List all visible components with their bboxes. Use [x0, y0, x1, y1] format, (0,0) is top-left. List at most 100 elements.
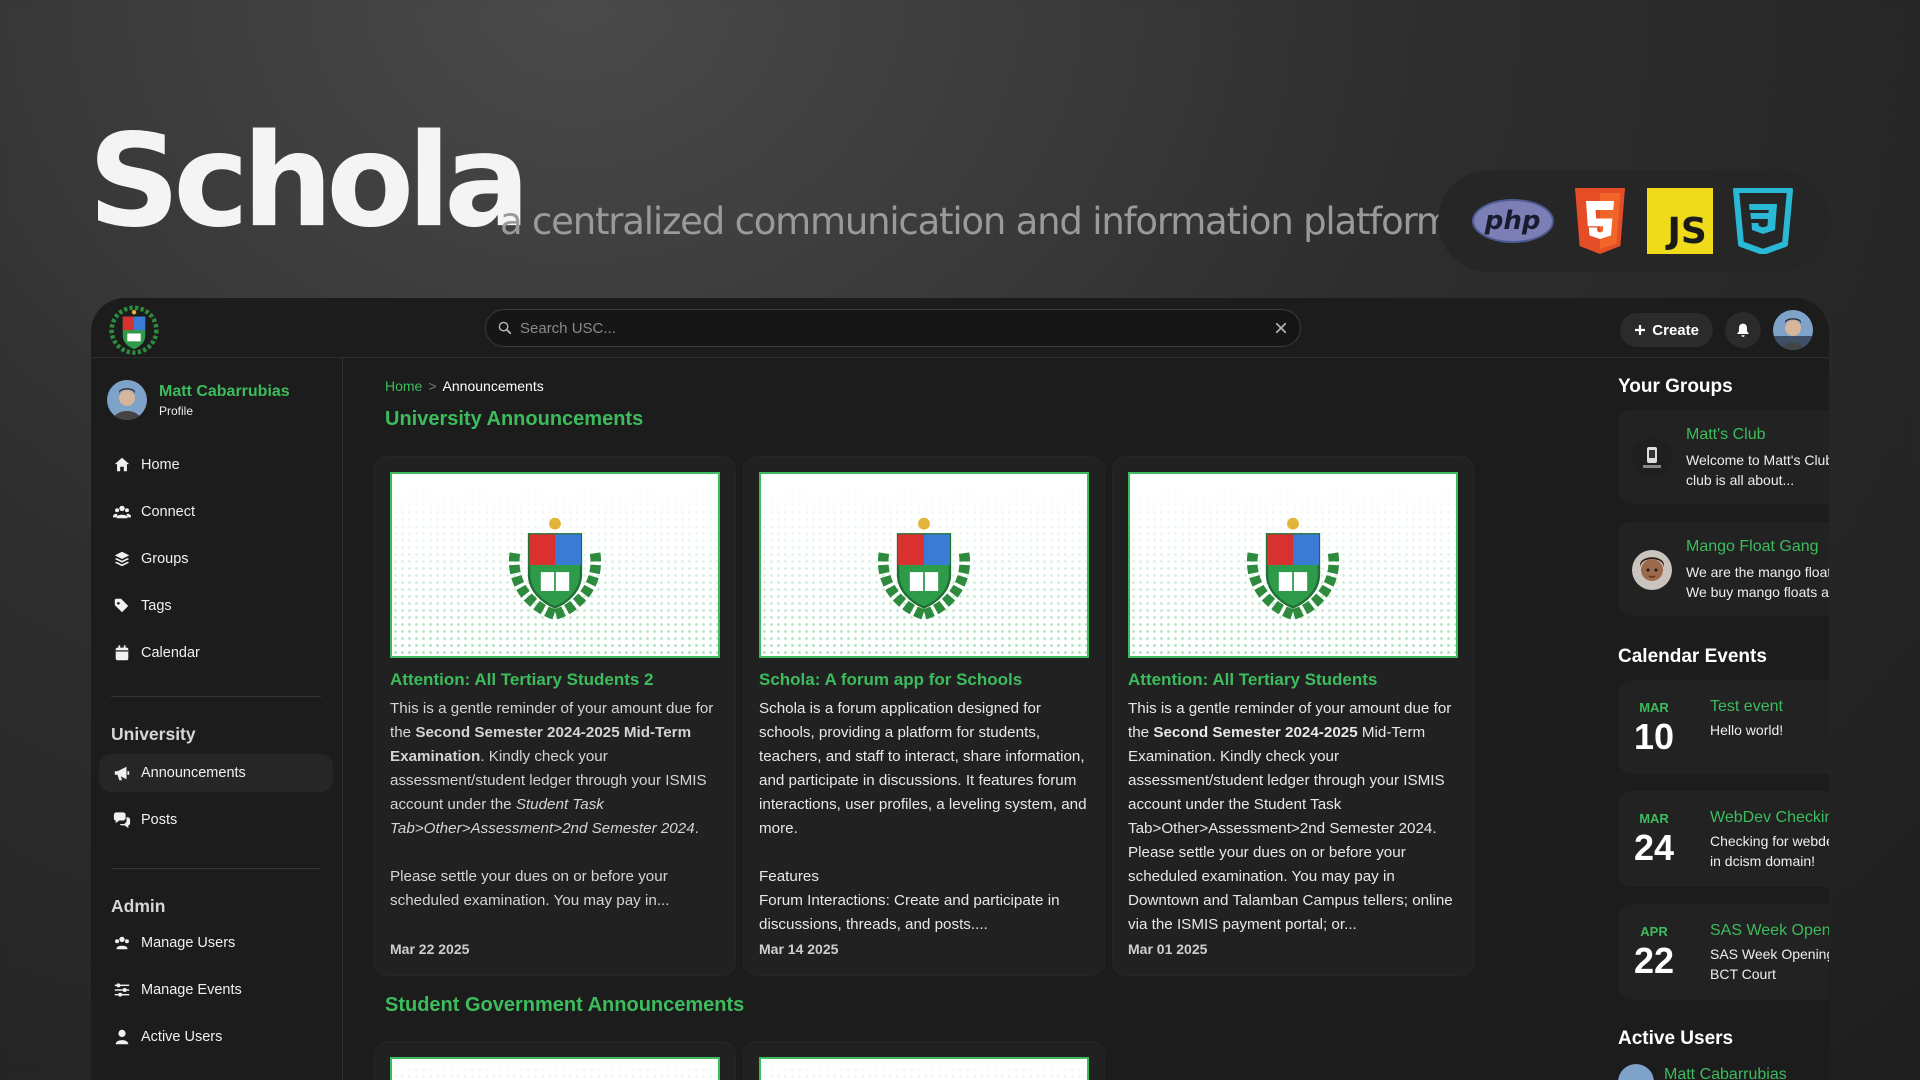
sidebar-item-label: Connect	[141, 504, 196, 520]
sidebar-item-tags[interactable]: Tags	[99, 587, 333, 625]
group-card[interactable]: Mango Float Gang We are the mango float …	[1618, 522, 1829, 616]
announcement-body: This is a gentle reminder of your amount…	[390, 700, 714, 909]
notifications-button[interactable]	[1725, 312, 1761, 348]
sidebar-item-label: Active Users	[141, 1029, 223, 1045]
profile-link[interactable]: Matt Cabarrubias Profile	[107, 380, 290, 420]
topbar: Create	[91, 298, 1829, 358]
announcement-image	[390, 1057, 720, 1080]
sidebar-divider	[111, 868, 321, 869]
breadcrumb-current: Announcements	[442, 378, 544, 394]
usc-seal-icon	[1246, 517, 1340, 620]
calendar-events-heading: Calendar Events	[1618, 646, 1767, 667]
usc-seal-icon	[877, 517, 971, 620]
event-card[interactable]: MAR 10 Test event Hello world!	[1618, 680, 1829, 774]
active-user-name[interactable]: Matt Cabarrubias	[1664, 1066, 1787, 1080]
announcement-date: Mar 22 2025	[390, 941, 470, 957]
event-month: MAR	[1639, 700, 1669, 715]
hero-title: Schola	[88, 107, 530, 256]
group-name[interactable]: Matt's Club	[1686, 426, 1766, 444]
announcement-body: Schola is a forum application designed f…	[759, 700, 1087, 933]
usc-seal-icon	[508, 517, 602, 620]
users-cog-icon	[115, 936, 129, 950]
js-logo: JS	[1646, 188, 1713, 254]
active-users-heading: Active Users	[1618, 1028, 1734, 1049]
announcement-image	[390, 472, 720, 658]
announcement-image	[1128, 472, 1458, 658]
close-icon[interactable]	[1274, 321, 1288, 335]
sidebar-item-posts[interactable]: Posts	[99, 801, 333, 839]
active-user-item[interactable]: Matt Cabarrubias	[1618, 1064, 1787, 1080]
group-avatar	[1632, 550, 1672, 590]
event-card[interactable]: APR 22 SAS Week Openin... SAS Week Openi…	[1618, 904, 1829, 1000]
sidebar-item-label: Groups	[141, 551, 189, 567]
sidebar-item-label: Calendar	[141, 645, 200, 661]
profile-name: Matt Cabarrubias	[159, 382, 290, 400]
breadcrumb-home-link[interactable]: Home	[385, 378, 422, 394]
usc-logo[interactable]	[106, 301, 162, 357]
sidebar-item-label: Home	[141, 457, 180, 473]
event-description: Checking for webdev project in dcism dom…	[1710, 833, 1829, 869]
event-day: 22	[1633, 940, 1675, 981]
announcement-title[interactable]: Attention: All Tertiary Students	[1128, 670, 1377, 690]
sidebar-item-manage-events[interactable]: Manage Events	[99, 971, 333, 1009]
tags-icon	[114, 598, 129, 613]
admin-nav: Manage Users Manage Events Active Users	[99, 924, 333, 1065]
event-name[interactable]: SAS Week Openin...	[1710, 922, 1829, 940]
announcement-title[interactable]: Attention: All Tertiary Students 2	[390, 670, 654, 690]
hero-subtitle: a centralized communication and informat…	[500, 200, 1452, 243]
sidebar-section-admin: Admin	[111, 896, 166, 916]
sidebar-item-label: Manage Events	[141, 982, 242, 998]
search-input[interactable]	[520, 319, 1266, 337]
comments-icon	[113, 812, 131, 829]
event-card[interactable]: MAR 24 WebDev Checking... Checking for w…	[1618, 791, 1829, 887]
announcement-card[interactable]: Attention: All Tertiary Students 2 This …	[374, 456, 736, 976]
sidebar-item-connect[interactable]: Connect	[99, 493, 333, 531]
search-bar[interactable]	[485, 309, 1301, 347]
avatar	[1618, 1064, 1654, 1080]
create-button-label: Create	[1652, 321, 1699, 339]
group-name[interactable]: Mango Float Gang	[1686, 538, 1819, 556]
sidebar-item-announcements[interactable]: Announcements	[99, 754, 333, 792]
sidebar-item-calendar[interactable]: Calendar	[99, 634, 333, 672]
event-month: APR	[1640, 924, 1668, 939]
event-name[interactable]: Test event	[1710, 698, 1783, 716]
user-avatar[interactable]	[1773, 310, 1813, 350]
breadcrumb-separator: >	[428, 378, 437, 394]
announcement-card[interactable]: Schola: A forum app for Schools Schola i…	[743, 456, 1105, 976]
announcement-card[interactable]	[743, 1041, 1105, 1080]
sidebar-item-active-users[interactable]: Active Users	[99, 1018, 333, 1056]
sliders-icon	[114, 983, 130, 997]
announcement-card[interactable]	[374, 1041, 736, 1080]
student-gov-announcements-heading: Student Government Announcements	[385, 994, 745, 1016]
group-description: Welcome to Matt's Club! Matt's club is a…	[1686, 452, 1829, 488]
event-name[interactable]: WebDev Checking...	[1710, 809, 1829, 827]
announcement-image	[759, 1057, 1089, 1080]
event-day: 24	[1633, 827, 1675, 868]
right-panel: Your Groups Matt's Club Welcome to Matt'…	[1526, 358, 1829, 1080]
php-logo: php	[1471, 199, 1554, 243]
create-button[interactable]: Create	[1620, 313, 1713, 347]
main-content: Home > Announcements University Announce…	[344, 358, 1524, 1080]
announcement-date: Mar 01 2025	[1128, 941, 1208, 957]
sidebar-item-home[interactable]: Home	[99, 446, 333, 484]
sidebar-item-label: Manage Users	[141, 935, 236, 951]
app-window: Create Matt Cabarrubias Profile Home	[91, 298, 1829, 1080]
event-description: Hello world!	[1710, 722, 1784, 738]
search-icon	[498, 321, 512, 335]
group-description: We are the mango float gang! We buy mang…	[1686, 564, 1829, 600]
bell-icon	[1737, 323, 1749, 337]
announcement-title[interactable]: Schola: A forum app for Schools	[759, 670, 1022, 690]
megaphone-icon	[114, 766, 130, 781]
sidebar-divider	[111, 696, 321, 697]
users-icon	[113, 505, 131, 519]
group-card[interactable]: Matt's Club Welcome to Matt's Club! Matt…	[1618, 410, 1829, 504]
university-announcements-heading: University Announcements	[385, 408, 644, 430]
main-nav: Home Connect Groups Tags Calendar	[99, 446, 333, 681]
html5-logo	[1575, 188, 1626, 254]
sidebar-item-manage-users[interactable]: Manage Users	[99, 924, 333, 962]
event-month: MAR	[1639, 811, 1669, 826]
announcement-card[interactable]: Attention: All Tertiary Students This is…	[1112, 456, 1474, 976]
avatar	[107, 380, 147, 420]
css3-logo	[1733, 188, 1794, 254]
sidebar-item-groups[interactable]: Groups	[99, 540, 333, 578]
